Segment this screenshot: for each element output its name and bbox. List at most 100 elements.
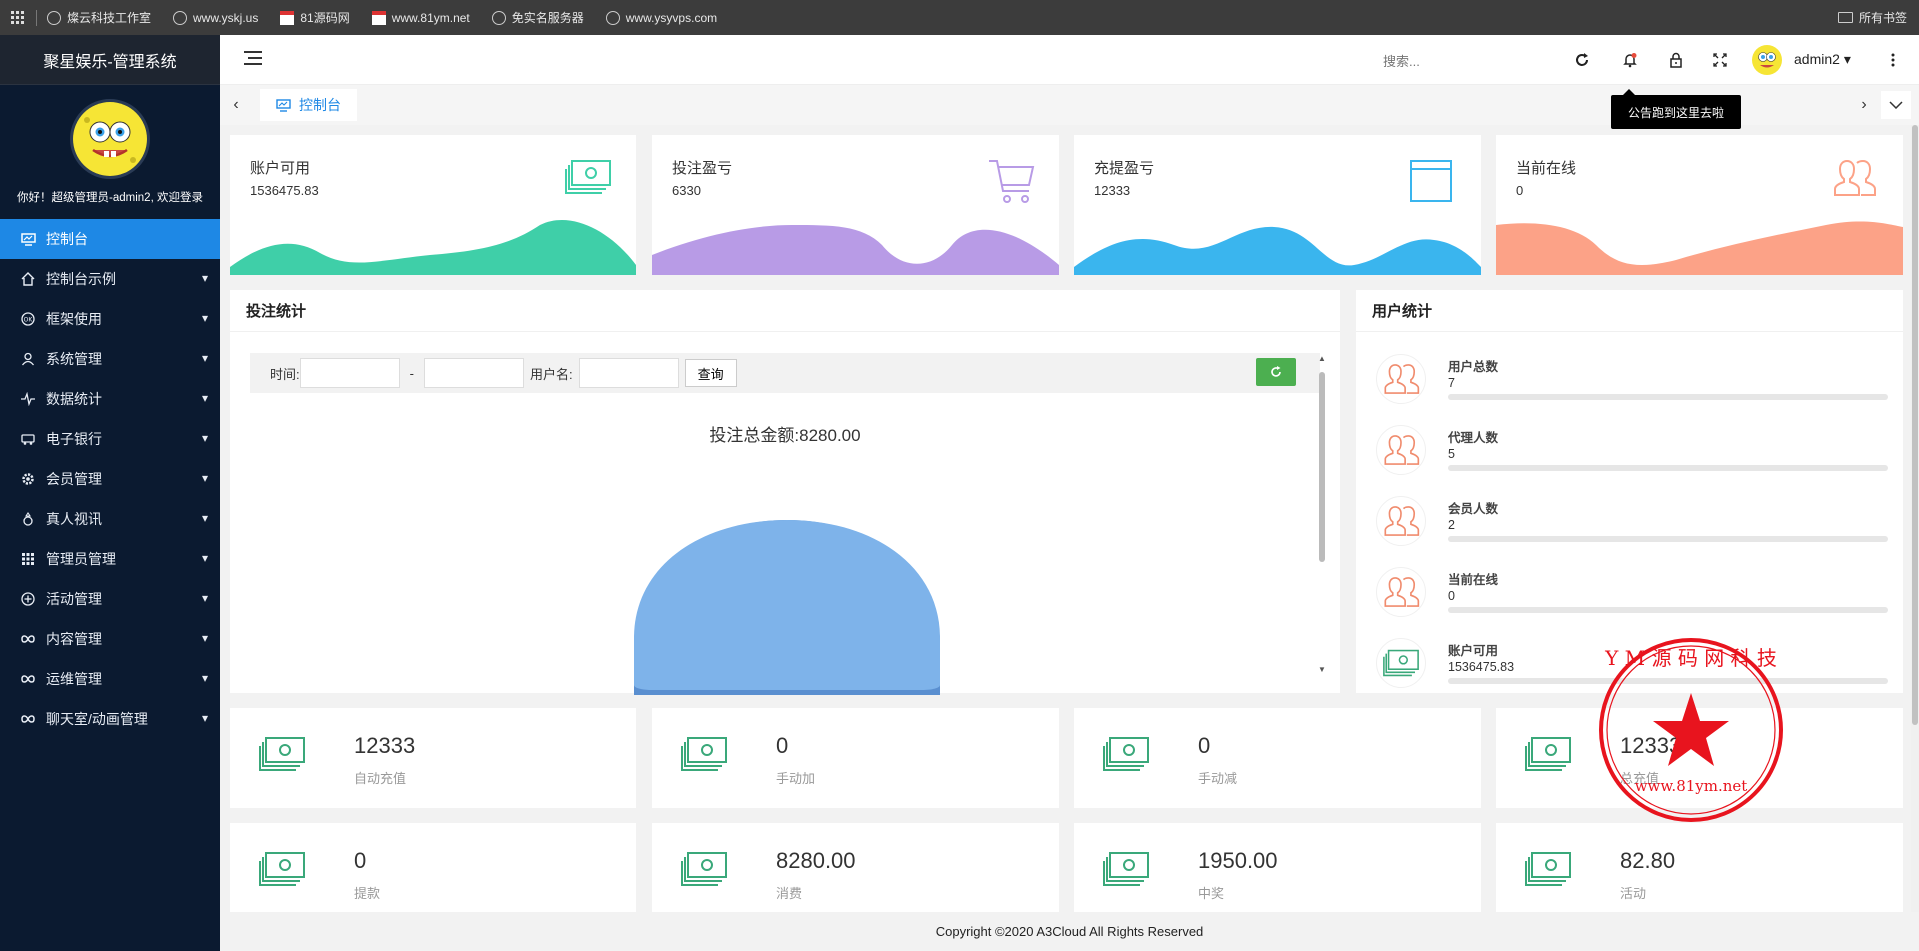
sidebar-item-chatroom[interactable]: 聊天室/动画管理 ▾ xyxy=(0,699,220,739)
app-title: 聚星娱乐-管理系统 xyxy=(0,35,220,85)
gear-icon xyxy=(20,471,36,487)
panel-scrollbar[interactable]: ▲ ▼ xyxy=(1318,354,1326,674)
stat-card-bet-profit: 投注盈亏 6330 xyxy=(652,135,1059,275)
bookmark-item[interactable]: 燦云科技工作室 xyxy=(47,9,151,26)
sidebar-item-ebank[interactable]: 电子银行 ▾ xyxy=(0,419,220,459)
user-stat-value: 0 xyxy=(1448,589,1455,603)
progress-bar xyxy=(1448,678,1888,684)
sidebar-item-ops[interactable]: 运维管理 ▾ xyxy=(0,659,220,699)
page-scrollbar[interactable] xyxy=(1911,125,1919,912)
globe-icon xyxy=(173,10,188,25)
cash-icon xyxy=(1102,736,1150,776)
user-stat-label: 账户可用 xyxy=(1448,644,1499,658)
tab-dashboard[interactable]: 控制台 xyxy=(260,89,357,121)
summary-label: 总充值 xyxy=(1620,771,1660,786)
more-vertical-icon[interactable] xyxy=(1883,50,1903,70)
folder-icon xyxy=(1837,12,1853,23)
refresh-icon xyxy=(1271,366,1281,377)
home-icon xyxy=(20,271,36,287)
bookmark-item[interactable]: 81源码网 xyxy=(280,9,350,26)
apps-grid-icon[interactable] xyxy=(0,10,36,25)
summary-value: 0 xyxy=(776,733,789,758)
user-menu[interactable]: admin2 ▾ xyxy=(1794,51,1851,68)
users-icon xyxy=(1376,354,1426,404)
scroll-thumb[interactable] xyxy=(1319,372,1325,562)
filter-bar: 时间: - 用户名: 查询 xyxy=(250,353,1320,393)
stat-value: 0 xyxy=(1516,183,1524,198)
sidebar-item-label: 控制台 xyxy=(46,231,88,247)
window-icon xyxy=(1409,159,1457,203)
chevron-down-icon: ▾ xyxy=(201,591,208,605)
sidebar-item-activities[interactable]: 活动管理 ▾ xyxy=(0,579,220,619)
refresh-icon[interactable] xyxy=(1572,50,1592,70)
chevron-down-icon: ▾ xyxy=(201,671,208,685)
summary-value: 0 xyxy=(354,848,367,873)
summary-card: 0 提款 xyxy=(230,823,636,912)
bus-icon xyxy=(20,431,36,447)
sidebar-item-statistics[interactable]: 数据统计 ▾ xyxy=(0,379,220,419)
tab-next-icon[interactable]: › xyxy=(1854,95,1874,115)
wave-area xyxy=(230,219,636,275)
users-icon xyxy=(1376,567,1426,617)
user-stat-row: 当前在线 0 xyxy=(1376,567,1896,625)
welcome-text: 你好！超级管理员-admin2, 欢迎登录 xyxy=(17,192,203,204)
stat-card-online: 当前在线 0 xyxy=(1496,135,1903,275)
avatar-wrap xyxy=(0,99,220,179)
sidebar-item-content[interactable]: 内容管理 ▾ xyxy=(0,619,220,659)
refresh-button[interactable] xyxy=(1256,358,1296,386)
cash-icon xyxy=(1524,851,1572,891)
sidebar-item-dashboard[interactable]: 控制台 xyxy=(0,219,220,259)
cash-icon xyxy=(1376,638,1426,688)
tab-options-icon[interactable] xyxy=(1881,91,1911,119)
bookmark-item[interactable]: www.ysyvps.com xyxy=(605,10,717,25)
user-stat-value: 2 xyxy=(1448,518,1455,532)
user-stat-label: 用户总数 xyxy=(1448,360,1499,374)
sidebar-item-system[interactable]: 系统管理 ▾ xyxy=(0,339,220,379)
query-button[interactable]: 查询 xyxy=(684,359,737,387)
panel-title: 投注统计 xyxy=(230,290,1340,332)
user-avatar[interactable] xyxy=(1752,45,1782,75)
bookmark-separator xyxy=(36,9,37,26)
site-icon xyxy=(280,10,295,25)
sidebar-item-admins[interactable]: 管理员管理 ▾ xyxy=(0,539,220,579)
sidebar: 聚星娱乐-管理系统 你好！超级管理员-admin2, 欢迎登录 控制台 控制台示… xyxy=(0,35,220,951)
pulse-icon xyxy=(20,391,36,407)
search-input[interactable] xyxy=(1383,50,1503,72)
start-date-input[interactable] xyxy=(299,358,400,388)
summary-card: 0 手动加 xyxy=(652,708,1059,808)
sidebar-item-framework[interactable]: OK 框架使用 ▾ xyxy=(0,299,220,339)
sidebar-item-dashboard-examples[interactable]: 控制台示例 ▾ xyxy=(0,259,220,299)
tab-prev-icon[interactable]: ‹ xyxy=(226,95,246,115)
sidebar-item-label: 真人视讯 xyxy=(46,511,102,527)
avatar[interactable] xyxy=(70,99,150,179)
lock-icon[interactable] xyxy=(1666,50,1686,70)
pie-chart xyxy=(634,520,940,695)
username: admin2 xyxy=(1794,51,1840,67)
progress-bar xyxy=(1448,465,1888,471)
site-icon xyxy=(371,10,386,25)
scroll-thumb[interactable] xyxy=(1912,125,1918,725)
user-stat-value: 1536475.83 xyxy=(1448,660,1515,674)
sidebar-item-members[interactable]: 会员管理 ▾ xyxy=(0,459,220,499)
bookmark-label: www.yskj.us xyxy=(193,10,259,25)
users-icon xyxy=(1376,496,1426,546)
diamond-ring-icon xyxy=(20,511,36,527)
end-date-input[interactable] xyxy=(423,358,524,388)
menu-toggle-icon[interactable] xyxy=(244,51,262,67)
all-bookmarks[interactable]: 所有书签 xyxy=(1837,0,1907,35)
bookmark-label: www.81ym.net xyxy=(391,10,470,25)
bookmark-item[interactable]: www.yskj.us xyxy=(173,10,259,25)
username-input[interactable] xyxy=(578,358,679,388)
infinity-icon xyxy=(20,631,36,647)
bookmark-item[interactable]: 免实名服务器 xyxy=(491,9,584,26)
fullscreen-icon[interactable] xyxy=(1710,50,1730,70)
bookmark-item[interactable]: www.81ym.net xyxy=(371,10,470,25)
bet-stats-panel: 投注统计 时间: - 用户名: 查询 ▲ ▼ 投注总金额:8280.00 xyxy=(230,290,1340,695)
stat-title: 当前在线 xyxy=(1516,160,1577,177)
summary-value: 12333 xyxy=(1620,733,1682,758)
user-stat-row: 代理人数 5 xyxy=(1376,425,1896,483)
summary-card: 0 手动减 xyxy=(1074,708,1481,808)
sidebar-item-live-video[interactable]: 真人视讯 ▾ xyxy=(0,499,220,539)
bell-icon[interactable] xyxy=(1620,50,1640,70)
sidebar-menu: 控制台 控制台示例 ▾ OK 框架使用 ▾ 系统管理 ▾ 数据统计 ▾ 电子银行… xyxy=(0,219,220,739)
